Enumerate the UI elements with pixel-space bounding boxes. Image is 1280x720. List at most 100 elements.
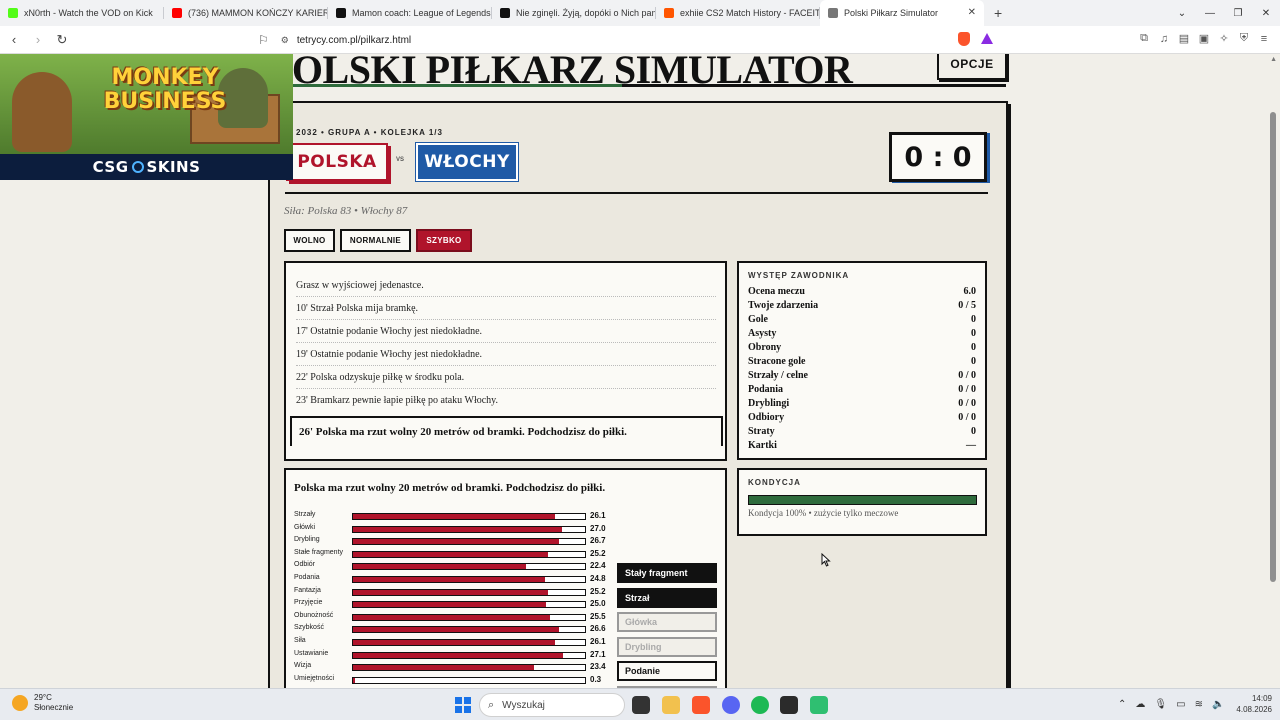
tab-title: xN0rth - Watch the VOD on Kick [24, 8, 153, 18]
browser-tab[interactable]: (736) MAMMON KOŃCZY KARIERĘ? [164, 0, 328, 26]
task-view-icon[interactable] [632, 696, 650, 714]
action-choice-button[interactable]: Strzał [617, 587, 717, 608]
attribute-value: 22.4 [590, 561, 606, 571]
browser-tab[interactable]: Nie zginęli. Żyją, dopóki o Nich pam [492, 0, 656, 26]
leo-ai-icon[interactable]: ✧ [1214, 32, 1234, 45]
new-tab-button[interactable]: + [994, 5, 1002, 21]
advertisement-banner[interactable]: MONKEY BUSINESS CSG SKINS [0, 54, 293, 180]
attribute-value: 25.2 [590, 586, 606, 596]
wifi-icon[interactable]: ≋ [1195, 699, 1203, 710]
action-choice-button[interactable]: Stały fragment [617, 563, 717, 583]
browser-tab-bar: xN0rth - Watch the VOD on Kick (736) MAMM… [0, 0, 1280, 26]
brave-shields-icon[interactable] [958, 32, 970, 46]
site-info-icon[interactable]: ⚙ [281, 35, 289, 46]
attribute-value: 25.2 [590, 548, 606, 558]
divider [285, 192, 988, 194]
action-choice-button[interactable]: Podanie [617, 661, 717, 682]
volume-icon[interactable]: 🔈 [1212, 699, 1224, 710]
system-tray: ⌃ ☁ 🎙 ▭ ≋ 🔈 14:09 4.08.2026 [1109, 693, 1272, 715]
wallet-icon[interactable]: ▣ [1194, 32, 1214, 45]
file-explorer-icon[interactable] [662, 696, 680, 714]
url-field[interactable]: ⚐ ⚙ tetrycy.com.pl/pilkarz.html [258, 31, 411, 49]
discord-icon[interactable] [722, 696, 740, 714]
attribute-row: Przyjęcie 25.0 [294, 598, 609, 610]
speed-slow-button[interactable]: WOLNO [284, 229, 335, 252]
stat-row: Twoje zdarzenia 0 / 5 [748, 300, 976, 311]
reload-icon[interactable]: ↻ [52, 32, 72, 48]
log-item: 22' Polska odzyskuje piłkę w środku pola… [296, 372, 716, 389]
team-strength: Siła: Polska 83 • Włochy 87 [284, 205, 408, 217]
brave-browser-icon[interactable] [692, 696, 710, 714]
attribute-bar-fill [353, 577, 545, 582]
sidebar-icon[interactable]: ▤ [1174, 32, 1194, 45]
tab-favicon-icon [828, 8, 838, 18]
forward-icon[interactable]: › [28, 32, 48, 47]
attribute-bar [352, 651, 586, 659]
condition-text: Kondycja 100% • zużycie tylko meczowe [748, 508, 899, 518]
back-icon[interactable]: ‹ [4, 32, 24, 47]
browser-tab[interactable]: Polski Piłkarz Simulator ✕ [820, 0, 984, 26]
options-button[interactable]: OPCJE [937, 54, 1007, 80]
speed-normal-button[interactable]: NORMALNIE [340, 229, 411, 252]
close-window-button[interactable]: ✕ [1252, 8, 1280, 19]
media-icon[interactable]: ♫ [1154, 33, 1174, 45]
tab-favicon-icon [336, 8, 346, 18]
attribute-bar [352, 664, 586, 672]
match-log: Grasz w wyjściowej jedenastce. 10' Strza… [284, 261, 727, 461]
tab-favicon-icon [172, 8, 182, 18]
attribute-bar-fill [353, 539, 560, 545]
attribute-name: Stałe fragmenty [294, 548, 344, 556]
weather-widget[interactable]: 29°C Słonecznie [12, 693, 73, 713]
attribute-bar [352, 576, 586, 583]
stats-heading: WYSTĘP ZAWODNIKA [748, 271, 850, 280]
page-scrollbar[interactable] [1270, 112, 1276, 582]
attribute-bar-fill [353, 627, 559, 633]
attribute-name: Obunożność [294, 611, 334, 619]
url-text[interactable]: tetrycy.com.pl/pilkarz.html [297, 35, 411, 46]
vpn-icon[interactable]: ⛨ [1234, 32, 1254, 45]
display-icon[interactable]: ▭ [1176, 699, 1185, 710]
page-title: POLSKI PIŁKARZ SIMULATOR [268, 54, 853, 92]
attribute-bar-fill [353, 652, 563, 658]
app-icon[interactable] [810, 696, 828, 714]
attribute-row: Strzały 26.1 [294, 510, 609, 522]
log-item: Grasz w wyjściowej jedenastce. [296, 280, 716, 297]
browser-tab[interactable]: exhiie CS2 Match History - FACEIT.co [656, 0, 820, 26]
stat-row: Stracone gole 0 [748, 356, 976, 367]
attribute-bar [352, 613, 586, 621]
browser-tab[interactable]: xN0rth - Watch the VOD on Kick [0, 0, 164, 26]
terminal-icon[interactable] [780, 696, 798, 714]
network-icon[interactable]: ☁ [1135, 699, 1145, 710]
stat-label: Gole [748, 314, 768, 325]
spotify-icon[interactable] [751, 696, 769, 714]
stat-label: Stracone gole [748, 356, 806, 367]
taskbar-search[interactable]: ⌕ Wyszukaj [479, 693, 625, 717]
tab-list-icon[interactable]: ⌄ [1168, 8, 1196, 19]
start-button[interactable] [455, 697, 471, 713]
stat-value: 6.0 [963, 286, 977, 297]
attribute-bar-fill [353, 614, 551, 620]
scroll-up-icon[interactable]: ▲ [1270, 56, 1277, 63]
menu-icon[interactable]: ≡ [1254, 33, 1274, 45]
windows-taskbar: 29°C Słonecznie ⌕ Wyszukaj ⌃ ☁ 🎙 ▭ ≋ 🔈 1… [0, 688, 1280, 720]
brave-rewards-icon[interactable] [981, 33, 993, 44]
stat-value: 0 [971, 426, 976, 437]
clock[interactable]: 14:09 4.08.2026 [1236, 693, 1272, 715]
address-bar: ‹ › ↻ ⚐ ⚙ tetrycy.com.pl/pilkarz.html ⧉ … [0, 26, 1280, 54]
chevron-up-icon[interactable]: ⌃ [1118, 699, 1126, 710]
extensions-icon[interactable]: ⧉ [1134, 32, 1154, 45]
stat-value: 0 / 0 [958, 384, 976, 395]
stat-label: Odbiory [748, 412, 785, 423]
stat-label: Kartki [748, 440, 777, 451]
tab-title: (736) MAMMON KOŃCZY KARIERĘ? [188, 8, 328, 18]
stat-row: Dryblingi 0 / 0 [748, 398, 976, 409]
microphone-icon[interactable]: 🎙 [1154, 699, 1167, 710]
minimize-button[interactable]: — [1196, 8, 1224, 19]
attribute-name: Wizja [294, 662, 312, 670]
speed-fast-button[interactable]: SZYBKO [416, 229, 472, 252]
restore-button[interactable]: ❐ [1224, 8, 1252, 19]
browser-tab[interactable]: Mamon coach: League of Legends cl [328, 0, 492, 26]
bookmark-icon[interactable]: ⚐ [258, 33, 269, 47]
close-tab-icon[interactable]: ✕ [968, 7, 976, 18]
ad-footer: CSG SKINS [0, 154, 293, 180]
